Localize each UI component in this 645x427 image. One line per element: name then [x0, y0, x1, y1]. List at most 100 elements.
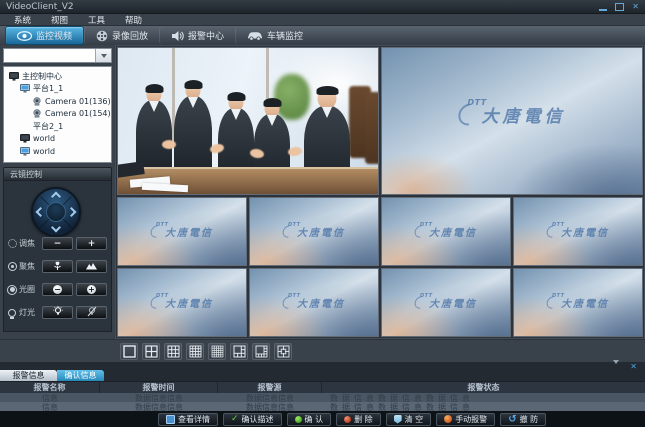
tree-item-camera-136[interactable]: Camera 01(136) [4, 95, 111, 108]
dtt-crescent-icon: DTT [547, 225, 558, 238]
alarm-table-row[interactable]: 信息 数据信息信息 数据信息信息 数据信息数据信息数据信息 [0, 402, 645, 411]
maximize-icon[interactable] [615, 3, 624, 11]
layout-six-button[interactable] [230, 343, 248, 360]
tree-item-platform2[interactable]: 平台2_1 [4, 120, 111, 133]
tab-vehicle-monitor[interactable]: 车辆监控 [235, 27, 314, 44]
video-feed-logo[interactable]: DTT大唐電信 [117, 197, 247, 266]
layout-nine-button[interactable] [164, 343, 182, 360]
layout-eight-button[interactable] [252, 343, 270, 360]
menu-help[interactable]: 帮助 [115, 14, 152, 26]
clear-shield-icon [394, 415, 402, 424]
ptz-row-label: 聚焦 [19, 261, 39, 272]
menu-view[interactable]: 视图 [41, 14, 78, 26]
alarm-table-header: 报警名称 报警时间 报警源 报警状态 [0, 382, 645, 393]
film-reel-icon [96, 30, 108, 42]
column-alarm-source: 报警源 [218, 382, 322, 393]
video-feed-logo[interactable]: DTT大唐電信 [117, 268, 247, 337]
bulb-off-icon [87, 306, 97, 319]
video-feed-logo[interactable]: DTT大唐電信 [249, 268, 379, 337]
confirm-button[interactable]: 确 认 [287, 413, 332, 426]
monitor-blue-icon [20, 147, 30, 156]
ptz-direction-pad [31, 187, 81, 237]
zoom-in-button[interactable] [76, 237, 107, 250]
layout-twentyfive-button[interactable] [208, 343, 226, 360]
collapse-panel-button[interactable] [613, 364, 619, 383]
menu-system[interactable]: 系统 [4, 14, 41, 26]
clear-button[interactable]: 清 空 [386, 413, 432, 426]
tab-alarm-info[interactable]: 报警信息 [0, 370, 57, 381]
ptz-title: 云镜控制 [10, 169, 42, 180]
focus-near-button[interactable] [42, 260, 73, 273]
tree-label: Camera 01(136) [45, 97, 111, 106]
button-label: 撤 防 [520, 414, 539, 425]
tab-monitor-video[interactable]: 监控视频 [5, 26, 84, 45]
dtt-watermark: DTT 大唐電信 [382, 47, 642, 194]
chair [365, 92, 379, 164]
iris-close-button[interactable] [42, 283, 73, 296]
video-feed-logo[interactable]: DTT大唐電信 [381, 197, 511, 266]
person-figure [174, 96, 212, 174]
zoom-out-button[interactable] [42, 237, 73, 250]
tab-playback[interactable]: 录像回放 [84, 27, 159, 44]
close-panel-icon[interactable] [630, 362, 637, 371]
layout-eight-icon [255, 345, 268, 358]
layout-mixed-button[interactable] [274, 343, 292, 360]
iris-open-button[interactable] [76, 283, 107, 296]
monitor-dark-icon [9, 72, 19, 81]
layout-sixteen-button[interactable] [186, 343, 204, 360]
close-icon[interactable] [632, 2, 639, 12]
chevron-down-icon [101, 54, 107, 58]
device-dropdown[interactable] [3, 48, 112, 63]
video-feed-logo[interactable]: DTT大唐電信 [513, 197, 643, 266]
ptz-down-button[interactable] [51, 223, 61, 233]
dtt-crescent-icon: DTT [151, 225, 162, 238]
view-detail-button[interactable]: 查看详情 [158, 413, 218, 426]
minimize-icon[interactable] [599, 2, 607, 11]
menu-tools[interactable]: 工具 [78, 14, 115, 26]
layout-sixteen-icon [189, 345, 202, 358]
tree-item-control-center[interactable]: 主控制中心 [4, 70, 111, 83]
tab-label: 确认信息 [65, 370, 97, 381]
dropdown-button[interactable] [95, 49, 111, 62]
video-feed-meeting[interactable] [117, 47, 379, 195]
tree-label: 平台1_1 [33, 83, 63, 94]
manual-alarm-button[interactable]: 手动报警 [436, 413, 495, 426]
window-controls [599, 2, 639, 12]
title-bar: VideoClient_V2 [0, 0, 645, 14]
screen-layout-bar [0, 339, 645, 362]
disarm-button[interactable]: 撤 防 [500, 413, 546, 426]
light-off-button[interactable] [76, 306, 107, 319]
focus-far-button[interactable] [76, 260, 107, 273]
ptz-row-light: 灯光 [7, 306, 107, 319]
ptz-up-button[interactable] [51, 192, 61, 202]
video-feed-logo[interactable]: DTT大唐電信 [381, 268, 511, 337]
ptz-left-button[interactable] [36, 207, 46, 217]
chevron-down-icon [613, 360, 619, 383]
layout-quad-button[interactable] [142, 343, 160, 360]
tree-label: 平台2_1 [33, 121, 63, 132]
tab-alarm-center[interactable]: 报警中心 [159, 27, 235, 44]
video-feed-logo[interactable]: DTT大唐電信 [513, 268, 643, 337]
dtt-name: 大唐電信 [165, 295, 213, 310]
layout-single-button[interactable] [120, 343, 138, 360]
light-on-button[interactable] [42, 306, 73, 319]
dtt-crescent-icon: DTT [283, 296, 294, 309]
video-feed-logo-large[interactable]: DTT 大唐電信 [381, 47, 643, 195]
delete-button[interactable]: 删 除 [336, 413, 381, 426]
dtt-crescent-icon: DTT [283, 225, 294, 238]
dtt-watermark: DTT大唐電信 [250, 198, 378, 265]
tree-item-camera-154[interactable]: Camera 01(154) [4, 108, 111, 121]
ptz-row-iris: 光圈 [7, 283, 107, 296]
tree-item-world-1[interactable]: world [4, 133, 111, 146]
confirm-description-button[interactable]: 确认描述 [223, 413, 282, 426]
tree-item-world-2[interactable]: world [4, 145, 111, 158]
layout-six-icon [233, 345, 246, 358]
monitor-dark-icon [20, 134, 30, 143]
tab-confirm-info[interactable]: 确认信息 [57, 370, 104, 381]
tree-item-platform1[interactable]: 平台1_1 [4, 83, 111, 96]
alarm-table-row[interactable]: 信息 数据信息信息 数据信息信息 数据信息数据信息数据信息 [0, 393, 645, 402]
clapping-hands [162, 140, 176, 149]
video-feed-logo[interactable]: DTT大唐電信 [249, 197, 379, 266]
ptz-right-button[interactable] [67, 207, 77, 217]
check-icon [231, 415, 239, 423]
